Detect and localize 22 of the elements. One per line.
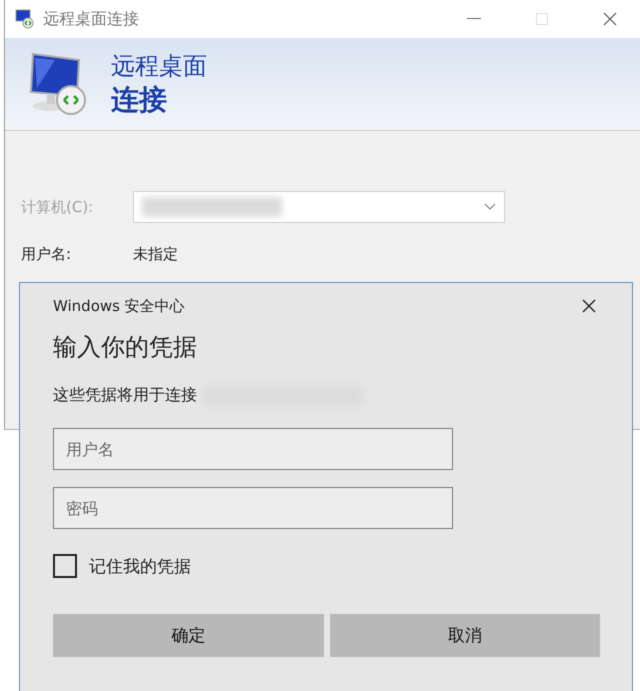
username-value: 未指定	[133, 245, 178, 264]
username-label: 用户名:	[21, 245, 72, 264]
dialog-title: Windows 安全中心	[53, 296, 185, 316]
computer-label: 计算机(C):	[21, 198, 94, 216]
chevron-down-icon	[484, 203, 496, 211]
input-field[interactable]: 密码	[53, 487, 453, 529]
ok-button[interactable]: 确定	[53, 614, 324, 657]
close-icon	[603, 12, 617, 26]
close-icon	[582, 299, 596, 313]
remote-desktop-icon	[15, 9, 35, 29]
computer-combobox[interactable]	[133, 191, 505, 223]
dialog-message: 这些凭据将用于连接	[53, 385, 197, 406]
dialog-heading: 输入你的凭据	[53, 332, 198, 363]
window-title: 远程桌面连接	[43, 8, 140, 30]
maximize-icon	[536, 13, 548, 25]
remember-label: 记住我的凭据	[89, 556, 191, 578]
header-subtitle: 连接	[111, 82, 168, 118]
minimize-icon	[467, 18, 481, 20]
header-title: 远程桌面	[111, 51, 207, 82]
input-field[interactable]: 用户名	[53, 428, 453, 470]
cancel-button[interactable]: 取消	[330, 614, 600, 657]
remember-checkbox[interactable]	[53, 554, 77, 578]
